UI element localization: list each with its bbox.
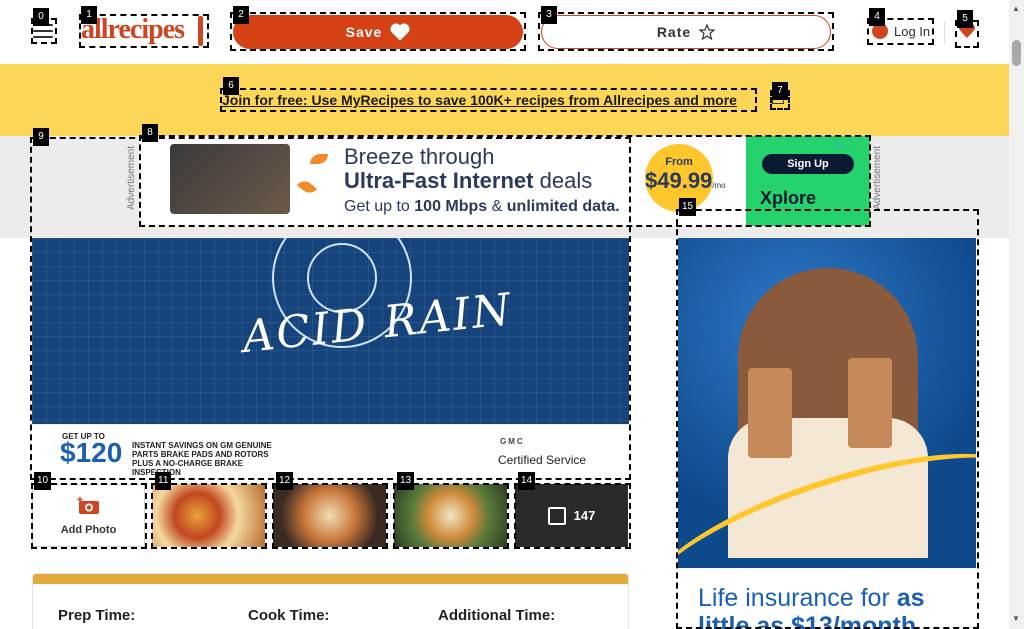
overlay-box-13 [393,483,509,549]
overlay-tag-10: 10 [34,472,52,490]
ad-label-right: Advertisement [872,146,883,210]
overlay-box-2 [230,12,526,51]
overlay-tag-3: 3 [541,6,557,24]
overlay-tag-1: 1 [81,6,97,24]
overlay-box-15 [676,209,979,629]
overlay-tag-5: 5 [957,10,973,28]
overlay-tag-0: 0 [33,8,49,26]
header-divider [944,22,945,44]
overlay-tag-2: 2 [233,6,249,24]
overlay-tag-4: 4 [869,8,885,26]
overlay-tag-13: 13 [397,472,415,490]
overlay-box-11 [151,483,267,549]
overlay-tag-11: 11 [155,472,172,490]
scrollbar-thumb[interactable] [1012,40,1021,66]
prep-time-label: Prep Time: [58,607,136,624]
overlay-box-9 [30,137,631,480]
recipe-details-card: Prep Time: Cook Time: Additional Time: [32,573,629,629]
page: allrecipes Save Rate Log In Join for fre… [0,0,1024,629]
scroll-down-arrow-icon[interactable]: ▼ [1012,614,1020,623]
overlay-tag-7: 7 [772,82,788,100]
overlay-box-12 [272,483,388,549]
overlay-box-6 [220,88,757,112]
overlay-tag-9: 9 [33,128,49,146]
additional-time-label: Additional Time: [438,607,556,624]
overlay-box-14 [514,483,631,549]
overlay-box-1 [79,14,209,48]
scroll-up-arrow-icon[interactable]: ▲ [1012,4,1020,13]
cook-time-label: Cook Time: [248,607,330,624]
overlay-box-10 [31,483,147,549]
overlay-tag-14: 14 [518,472,536,490]
card-accent-bar [33,574,628,584]
page-scrollbar[interactable] [1009,0,1024,629]
overlay-tag-12: 12 [276,472,294,490]
overlay-tag-6: 6 [223,77,239,95]
overlay-box-3 [538,12,834,51]
overlay-tag-15: 15 [679,198,697,216]
